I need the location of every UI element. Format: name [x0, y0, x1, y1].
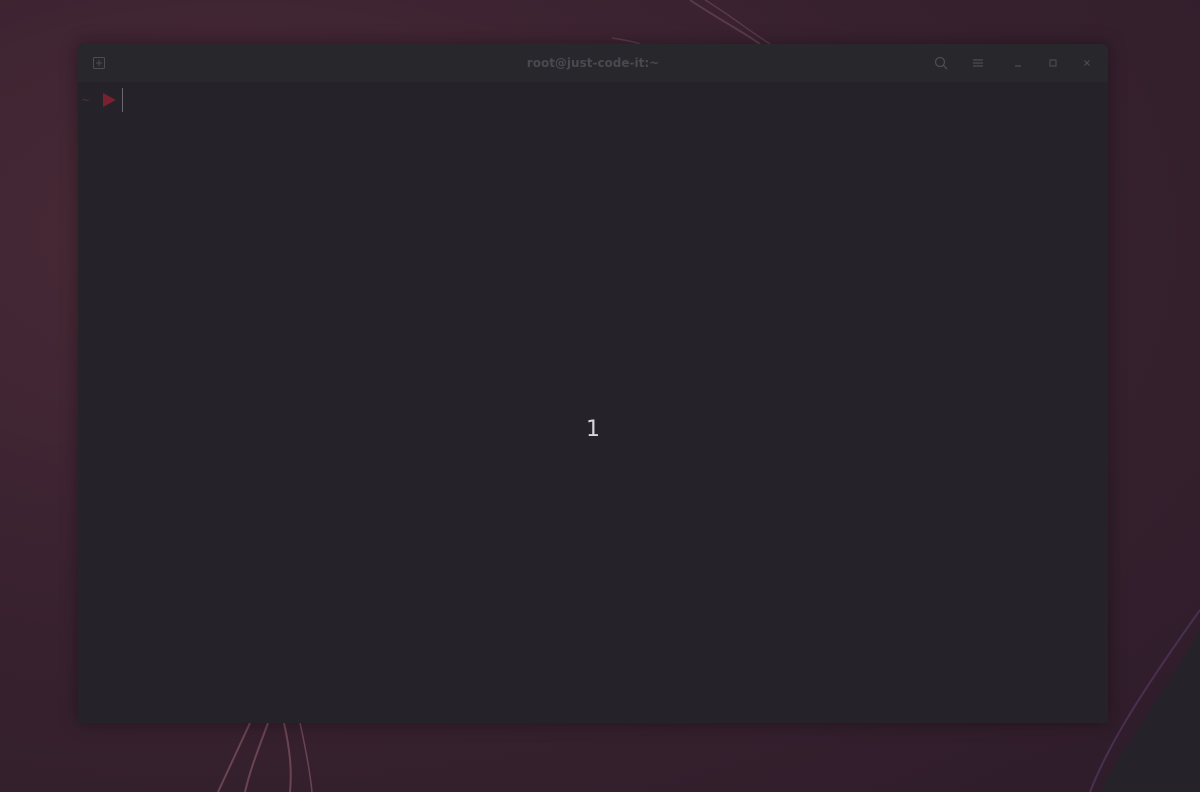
text-cursor: [122, 88, 124, 112]
minimize-button[interactable]: [1008, 53, 1028, 73]
prompt-arrow-icon: [103, 93, 117, 107]
window-titlebar[interactable]: root@just-code-it:~: [78, 44, 1108, 82]
overlay-number: 1: [586, 417, 600, 442]
search-icon: [934, 56, 948, 70]
terminal-area[interactable]: ~ 1: [78, 82, 1108, 723]
terminal-window[interactable]: root@just-code-it:~ ~ 1: [78, 44, 1108, 723]
close-icon: [1084, 60, 1090, 66]
maximize-button[interactable]: [1043, 53, 1063, 73]
search-button[interactable]: [931, 53, 951, 73]
hamburger-menu-icon: [973, 59, 983, 67]
minimize-icon: [1015, 65, 1021, 67]
new-tab-icon: [93, 57, 105, 69]
window-title: root@just-code-it:~: [526, 56, 660, 70]
close-button[interactable]: [1077, 53, 1097, 73]
shell-prompt: ~: [82, 88, 124, 112]
new-tab-button[interactable]: [89, 53, 109, 73]
maximize-icon: [1049, 59, 1057, 67]
prompt-directory: ~: [82, 93, 90, 107]
menu-button[interactable]: [968, 53, 988, 73]
